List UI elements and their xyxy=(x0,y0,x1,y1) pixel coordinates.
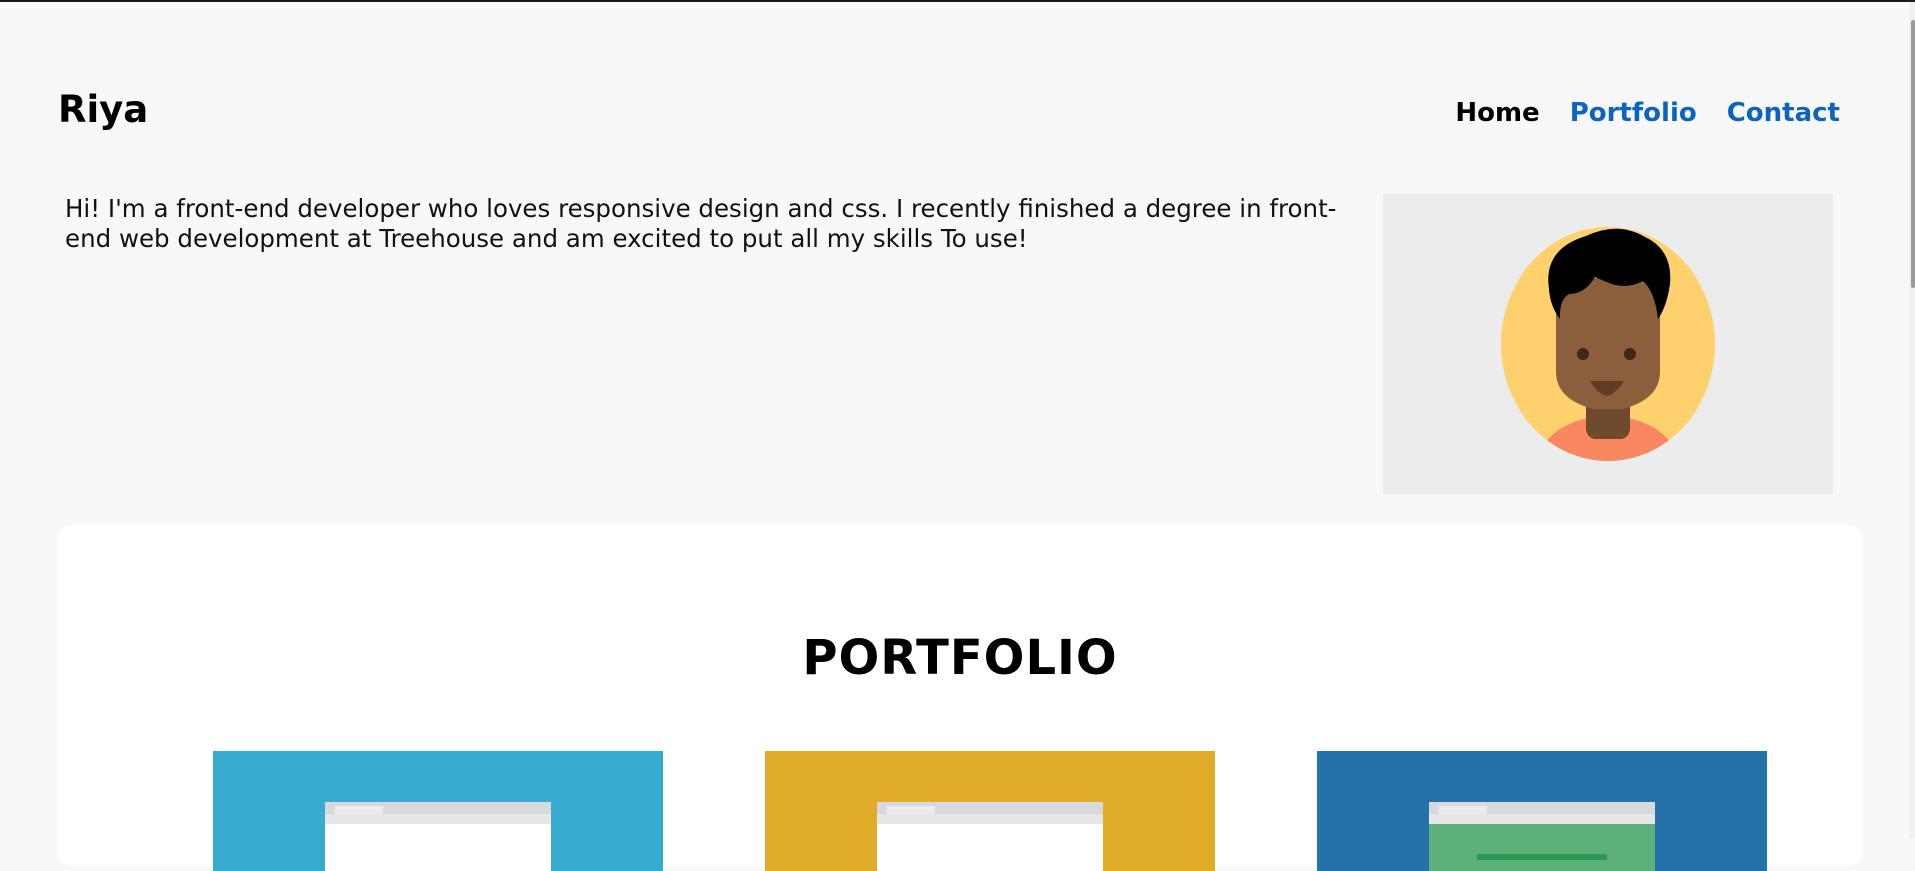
nav-contact-link[interactable]: Contact xyxy=(1727,98,1840,128)
intro-text: Hi! I'm a front-end developer who loves … xyxy=(65,194,1337,253)
portfolio-card-2[interactable] xyxy=(765,751,1215,871)
scrollbar[interactable] xyxy=(1909,2,1915,838)
browser-mockup-icon xyxy=(877,802,1103,871)
main-nav: Home Portfolio Contact xyxy=(1455,98,1840,128)
portfolio-card-3[interactable] xyxy=(1317,751,1767,871)
avatar-icon xyxy=(1501,227,1715,461)
site-logo[interactable]: Riya xyxy=(58,88,148,131)
top-border xyxy=(0,0,1915,2)
portfolio-section: PORTFOLIO xyxy=(57,525,1863,871)
nav-portfolio-link[interactable]: Portfolio xyxy=(1570,98,1697,128)
browser-mockup-icon xyxy=(1429,802,1655,871)
scrollbar-thumb[interactable] xyxy=(1911,20,1915,288)
portfolio-heading: PORTFOLIO xyxy=(802,630,1118,686)
nav-home-link[interactable]: Home xyxy=(1455,98,1539,128)
site-header: Riya Home Portfolio Contact xyxy=(58,88,1840,138)
portfolio-card-1[interactable] xyxy=(213,751,663,871)
browser-mockup-icon xyxy=(325,802,551,871)
avatar-panel xyxy=(1383,194,1833,494)
